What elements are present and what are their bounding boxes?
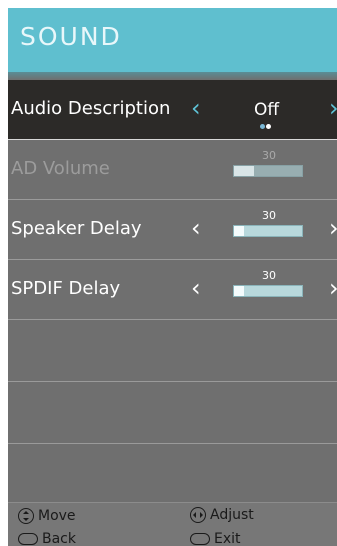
slider-fill: [234, 166, 255, 176]
exit-key-icon: [190, 533, 210, 545]
arrow-left-icon[interactable]: ‹: [191, 274, 201, 302]
menu-item-audio-description[interactable]: Audio Description ‹ Off ›: [8, 80, 337, 140]
menu-header: SOUND: [8, 8, 337, 72]
menu-item-label: Speaker Delay: [11, 218, 142, 239]
hint-back: Back: [18, 531, 76, 546]
arrow-left-icon[interactable]: ‹: [191, 94, 201, 122]
hint-back-label: Back: [42, 531, 76, 546]
menu-item-label: SPDIF Delay: [11, 278, 121, 299]
volume-slider: [233, 165, 303, 177]
option-dot: [260, 124, 265, 129]
slider-fill: [234, 286, 245, 296]
empty-menu-row: [8, 382, 337, 444]
slider-value: 30: [262, 209, 276, 222]
menu-title: SOUND: [20, 22, 122, 51]
hint-exit: Exit: [190, 531, 241, 546]
left-right-icon: [190, 507, 206, 523]
menu-item-spdif-delay[interactable]: SPDIF Delay ‹ 30 ›: [8, 260, 337, 320]
menu-item-label: Audio Description: [11, 98, 171, 119]
arrow-right-icon[interactable]: ›: [329, 214, 337, 242]
slider-value: 30: [262, 269, 276, 282]
arrow-right-icon[interactable]: ›: [329, 94, 337, 122]
menu-item-ad-volume: AD Volume 30: [8, 140, 337, 200]
option-value: Off: [254, 100, 280, 120]
hint-adjust: Adjust: [190, 507, 254, 523]
back-key-icon: [18, 533, 38, 545]
empty-menu-row: [8, 444, 337, 502]
sound-menu: SOUND Audio Description ‹ Off › AD Volum…: [8, 8, 337, 546]
hint-move: Move: [18, 508, 76, 524]
delay-slider[interactable]: [233, 285, 303, 297]
up-down-icon: [18, 508, 34, 524]
delay-slider[interactable]: [233, 225, 303, 237]
arrow-left-icon[interactable]: ‹: [191, 214, 201, 242]
menu-item-speaker-delay[interactable]: Speaker Delay ‹ 30 ›: [8, 200, 337, 260]
header-shadow: [8, 72, 337, 80]
hint-move-label: Move: [38, 508, 76, 524]
slider-value: 30: [262, 149, 276, 162]
empty-menu-row: [8, 320, 337, 382]
option-page-dots: [260, 124, 276, 130]
hint-adjust-label: Adjust: [210, 507, 254, 523]
button-hints: Move Adjust Back Exit: [8, 502, 337, 546]
arrow-right-icon[interactable]: ›: [329, 274, 337, 302]
menu-item-label: AD Volume: [11, 158, 110, 179]
hint-exit-label: Exit: [214, 531, 241, 546]
option-dot-active: [266, 124, 271, 129]
slider-fill: [234, 226, 245, 236]
